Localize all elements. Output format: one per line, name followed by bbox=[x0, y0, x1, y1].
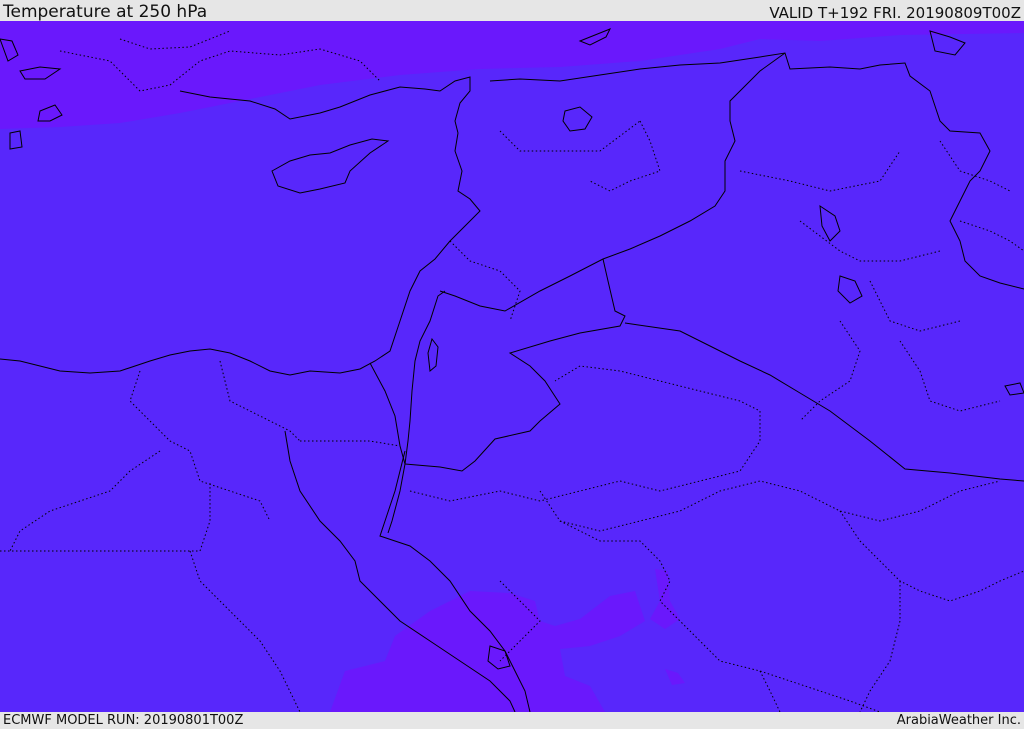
model-run-label: ECMWF MODEL RUN: 20190801T00Z bbox=[3, 713, 244, 728]
weather-map bbox=[0, 21, 1024, 712]
valid-time: VALID T+192 FRI. 20190809T00Z bbox=[769, 4, 1021, 22]
footer-bar: ECMWF MODEL RUN: 20190801T00Z ArabiaWeat… bbox=[0, 712, 1024, 729]
map-title: Temperature at 250 hPa bbox=[3, 2, 208, 22]
header-bar: Temperature at 250 hPa VALID T+192 FRI. … bbox=[0, 0, 1024, 22]
map-canvas bbox=[0, 21, 1024, 712]
credit-label: ArabiaWeather Inc. bbox=[896, 713, 1021, 728]
